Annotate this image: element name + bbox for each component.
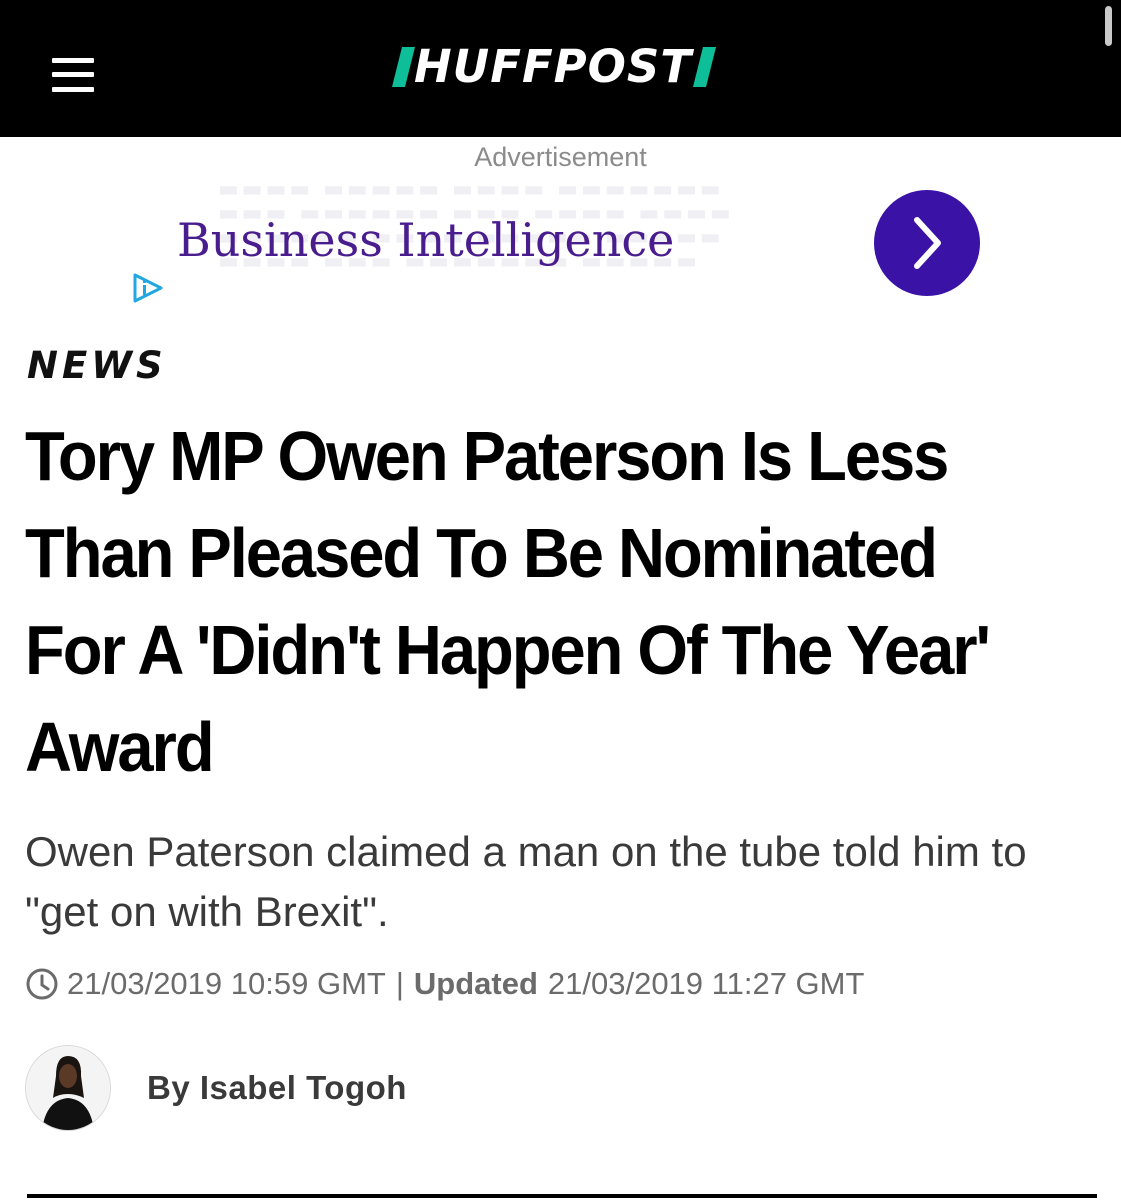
article-headline: Tory MP Owen Paterson Is Less Than Pleas…	[25, 417, 991, 786]
published-time: 21/03/2019 10:59 GMT	[67, 966, 386, 1001]
timestamp-separator: |	[395, 966, 404, 1001]
updated-label: Updated	[413, 966, 538, 1001]
byline: By Isabel Togoh	[25, 1045, 407, 1131]
scrollbar-thumb[interactable]	[1105, 6, 1112, 46]
article-subheadline: Owen Paterson claimed a man on the tube …	[25, 828, 1027, 935]
article-timestamp: 21/03/2019 10:59 GMT | Updated 21/03/201…	[25, 964, 864, 1004]
clock-icon	[26, 968, 58, 1000]
divider	[27, 1194, 1097, 1198]
adchoices-icon[interactable]	[131, 272, 167, 304]
logo-text: HUFFPOST	[414, 40, 693, 93]
author-name[interactable]: By Isabel Togoh	[147, 1069, 407, 1107]
author-avatar[interactable]	[25, 1045, 111, 1131]
section-label[interactable]: NEWS	[27, 342, 167, 390]
advertisement-banner[interactable]: ▬▬▬▬ ▬▬▬▬▬ ▬▬▬▬ ▬▬▬▬▬▬▬ ▬▬▬ ▬▬▬▬▬▬ ▬▬▬ ▬▬…	[123, 172, 1003, 312]
menu-bar	[52, 58, 94, 63]
huffpost-logo[interactable]: HUFFPOST	[392, 40, 717, 93]
ad-headline[interactable]: Business Intelligence	[177, 212, 674, 268]
menu-bar	[52, 87, 94, 92]
chevron-right-icon[interactable]	[874, 190, 980, 296]
updated-time: 21/03/2019 11:27 GMT	[547, 966, 865, 1001]
advertisement-label: Advertisement	[474, 142, 647, 172]
menu-bar	[52, 72, 94, 77]
site-header: HUFFPOST	[0, 0, 1121, 137]
hamburger-menu-icon[interactable]	[52, 58, 94, 94]
